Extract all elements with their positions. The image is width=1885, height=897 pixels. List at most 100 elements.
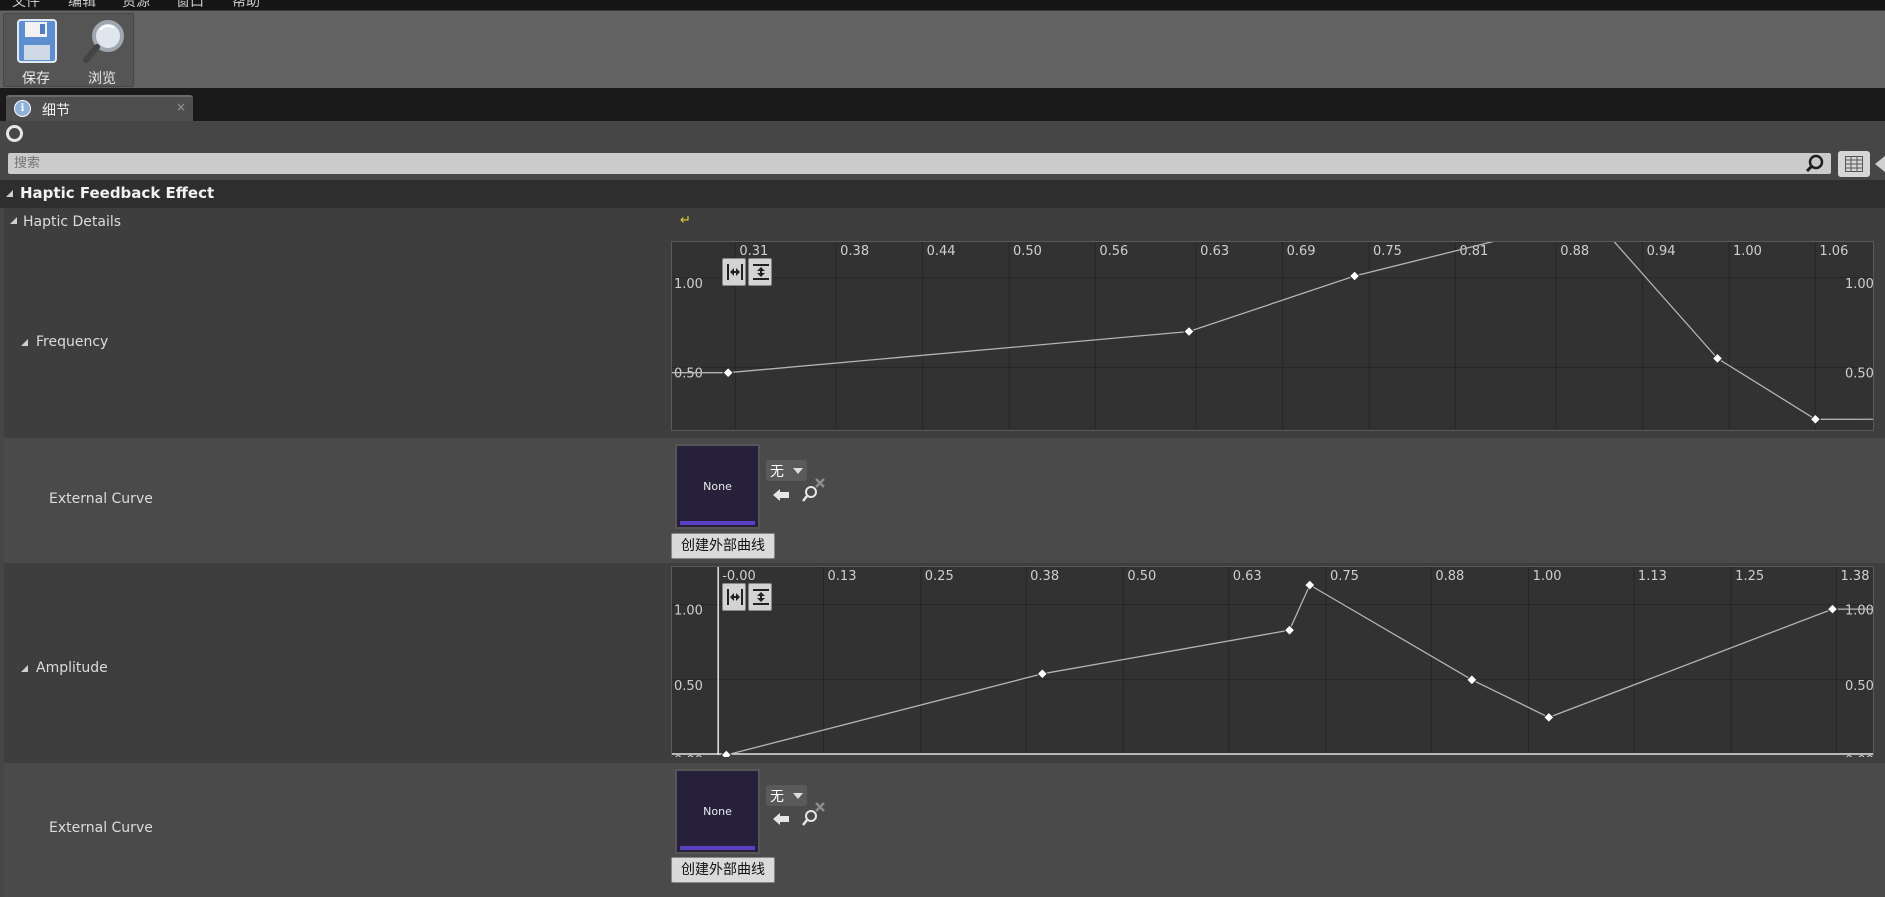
curve-key-point[interactable] bbox=[720, 749, 733, 757]
amplitude-curve-editor[interactable]: -0.00 0.13 0.25 0.38 0.50 0.63 0.75 0.88 1.00 1.1… bbox=[671, 566, 1875, 757]
create-external-curve-button[interactable]: 创建外部曲线 bbox=[671, 857, 775, 883]
combo-value: 无 bbox=[770, 789, 784, 805]
x-tick-label: 0.63 bbox=[1200, 244, 1229, 259]
expand-triangle-icon bbox=[6, 190, 13, 197]
x-tick-label: 0.38 bbox=[1030, 569, 1059, 584]
curve-key-point[interactable] bbox=[1036, 668, 1049, 680]
category-label: Haptic Details bbox=[23, 214, 122, 230]
curve-key-point[interactable] bbox=[1283, 624, 1296, 636]
fit-vertical-button[interactable] bbox=[748, 258, 772, 286]
x-tick-label: 0.13 bbox=[828, 569, 857, 584]
fit-vertical-button[interactable] bbox=[748, 583, 772, 611]
y-tick-label-left: 0.50 bbox=[674, 679, 703, 694]
tab-label: 细节 bbox=[42, 103, 70, 119]
menu-file[interactable]: 文件 bbox=[12, 0, 40, 10]
fit-horizontal-icon bbox=[727, 589, 743, 605]
x-tick-label: 0.94 bbox=[1647, 244, 1676, 259]
x-tick-label: 0.88 bbox=[1435, 569, 1464, 584]
category-row[interactable]: Haptic Details bbox=[4, 208, 1885, 236]
amplitude-zoom-controls bbox=[722, 583, 772, 611]
x-tick-label: 0.63 bbox=[1233, 569, 1262, 584]
search-box bbox=[8, 153, 1831, 174]
combo-value: 无 bbox=[770, 464, 784, 480]
details-panel: Haptic Feedback Effect Haptic Details Fr… bbox=[0, 121, 1885, 897]
amplitude-external-row: External Curve bbox=[4, 763, 1885, 897]
fit-horizontal-button[interactable] bbox=[722, 583, 746, 611]
x-tick-label: 0.75 bbox=[1330, 569, 1359, 584]
amplitude-label: Amplitude bbox=[36, 660, 108, 676]
x-tick-label: 1.00 bbox=[1733, 244, 1762, 259]
curve-key-point[interactable] bbox=[1809, 413, 1822, 425]
x-tick-label: 0.75 bbox=[1373, 244, 1402, 259]
y-tick-label-left: 0.50 bbox=[674, 366, 703, 381]
lock-toggle-icon[interactable] bbox=[6, 125, 23, 142]
x-tick-label: 0.31 bbox=[739, 244, 768, 259]
frequency-curve-editor[interactable]: 0.31 0.38 0.44 0.50 0.56 0.63 0.69 0.75 0.81 0.88… bbox=[671, 241, 1874, 431]
view-options-button[interactable] bbox=[1838, 151, 1870, 177]
magnifier-icon bbox=[83, 20, 124, 63]
external-curve-label: External Curve bbox=[49, 820, 153, 836]
curve-key-point[interactable] bbox=[1543, 711, 1555, 724]
fit-horizontal-button[interactable] bbox=[722, 258, 746, 286]
curve-key-point[interactable] bbox=[1304, 579, 1316, 591]
grid-view-icon bbox=[1845, 156, 1863, 172]
frequency-asset-thumbnail[interactable]: None bbox=[675, 444, 760, 529]
x-tick-label: 0.44 bbox=[927, 244, 956, 259]
asset-name: None bbox=[703, 805, 732, 818]
menu-help[interactable]: 帮助 bbox=[232, 0, 260, 10]
curve-key-point[interactable] bbox=[1183, 325, 1195, 338]
y-tick-label-left: 1.00 bbox=[674, 277, 703, 292]
search-input[interactable] bbox=[8, 153, 1788, 174]
save-button[interactable]: 保存 bbox=[4, 14, 68, 87]
y-tick-label-right: 0.50 bbox=[1845, 679, 1874, 694]
x-tick-label: -0.00 bbox=[722, 569, 756, 584]
asset-type-bar bbox=[680, 521, 755, 525]
info-icon: i bbox=[14, 100, 31, 117]
x-tick-label: 1.13 bbox=[1638, 569, 1667, 584]
chevron-down-icon bbox=[793, 468, 803, 474]
curve-key-point[interactable] bbox=[1466, 674, 1478, 686]
x-tick-label: 1.06 bbox=[1819, 244, 1848, 259]
amplitude-asset-thumbnail[interactable]: None bbox=[675, 769, 760, 854]
menu-window[interactable]: 窗口 bbox=[176, 0, 204, 10]
create-external-curve-button[interactable]: 创建外部曲线 bbox=[671, 533, 775, 559]
x-tick-label: 0.56 bbox=[1099, 244, 1128, 259]
curve-key-point[interactable] bbox=[722, 366, 734, 379]
use-selected-arrow-icon[interactable] bbox=[772, 811, 790, 827]
section-header[interactable]: Haptic Feedback Effect bbox=[0, 180, 1885, 208]
expand-triangle-icon[interactable] bbox=[21, 339, 28, 346]
save-label: 保存 bbox=[22, 71, 50, 87]
tab-close-icon[interactable]: × bbox=[176, 100, 186, 114]
use-selected-arrow-icon[interactable] bbox=[772, 487, 790, 503]
expand-triangle-icon bbox=[10, 217, 17, 224]
browse-asset-icon[interactable] bbox=[800, 801, 826, 827]
menu-bar: 文件 编辑 资源 窗口 帮助 bbox=[0, 0, 1885, 10]
section-title: Haptic Feedback Effect bbox=[20, 184, 215, 202]
frequency-external-row: External Curve bbox=[4, 438, 1885, 563]
expand-triangle-icon[interactable] bbox=[21, 665, 28, 672]
browse-asset-icon[interactable] bbox=[800, 477, 826, 503]
curve-key-point[interactable] bbox=[1348, 270, 1361, 282]
x-tick-label: 0.69 bbox=[1287, 244, 1316, 259]
curve-key-point[interactable] bbox=[1826, 603, 1839, 615]
tab-details[interactable]: i 细节 × bbox=[6, 95, 193, 121]
x-tick-label: 1.25 bbox=[1735, 569, 1764, 584]
menu-asset[interactable]: 资源 bbox=[122, 0, 150, 10]
frequency-curve-svg[interactable]: 0.31 0.38 0.44 0.50 0.56 0.63 0.69 0.75 0.81 0.88… bbox=[672, 242, 1875, 432]
curve-line bbox=[726, 584, 1874, 756]
y-tick-label-left: 1.00 bbox=[674, 604, 703, 619]
y-tick-label-right: 1.00 bbox=[1845, 604, 1874, 619]
browse-button[interactable]: 浏览 bbox=[70, 14, 134, 87]
y-tick-label-right: 1.00 bbox=[1845, 277, 1874, 292]
y-tick-label-right: 0.50 bbox=[1845, 366, 1874, 381]
fit-vertical-icon bbox=[753, 264, 769, 280]
details-window: 文件 编辑 资源 窗口 帮助 保存 浏览 i 细节 × 搜索 Haptic Fe… bbox=[0, 0, 1885, 897]
reset-icon[interactable]: ↵ bbox=[680, 213, 691, 228]
frequency-label: Frequency bbox=[36, 334, 109, 350]
fit-horizontal-icon bbox=[727, 264, 743, 280]
asset-type-bar bbox=[680, 846, 755, 850]
amplitude-curve-svg[interactable]: -0.00 0.13 0.25 0.38 0.50 0.63 0.75 0.88 1.00 1.1… bbox=[672, 567, 1875, 757]
x-tick-label: 0.38 bbox=[840, 244, 869, 259]
collapse-arrow-icon[interactable] bbox=[1875, 156, 1885, 172]
menu-edit[interactable]: 编辑 bbox=[68, 0, 96, 10]
